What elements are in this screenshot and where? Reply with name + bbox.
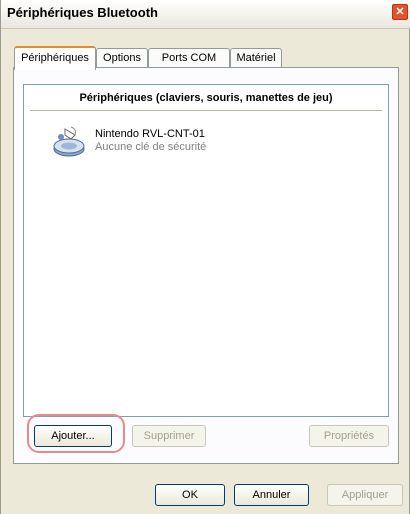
- device-list-header: Périphériques (claviers, souris, manette…: [79, 92, 333, 104]
- tab-materiel[interactable]: Matériel: [230, 48, 282, 67]
- apply-button[interactable]: Appliquer: [327, 484, 403, 506]
- remove-button[interactable]: Supprimer: [132, 425, 206, 447]
- add-button[interactable]: Ajouter...: [34, 425, 112, 447]
- cancel-button[interactable]: Annuler: [234, 484, 309, 506]
- tab-peripheriques[interactable]: Périphériques: [14, 46, 96, 70]
- list-item-device[interactable]: Nintendo RVL-CNT-01 Aucune clé de sécuri…: [51, 123, 301, 163]
- list-divider: [30, 110, 382, 111]
- close-icon[interactable]: ✕: [392, 4, 408, 20]
- tab-ports-com[interactable]: Ports COM: [148, 48, 230, 67]
- device-status: Aucune clé de sécurité: [95, 141, 207, 153]
- properties-button[interactable]: Propriétés: [309, 425, 389, 447]
- tab-options[interactable]: Options: [96, 48, 148, 67]
- device-list[interactable]: Périphériques (claviers, souris, manette…: [23, 84, 389, 417]
- window-title: Périphériques Bluetooth: [7, 5, 158, 20]
- bluetooth-device-icon: [53, 126, 85, 157]
- device-name: Nintendo RVL-CNT-01: [95, 128, 205, 140]
- bluetooth-devices-window: Périphériques Bluetooth ✕ Périphériques …: [0, 0, 410, 514]
- title-bar[interactable]: Périphériques Bluetooth ✕: [1, 0, 410, 29]
- ok-button[interactable]: OK: [155, 484, 225, 506]
